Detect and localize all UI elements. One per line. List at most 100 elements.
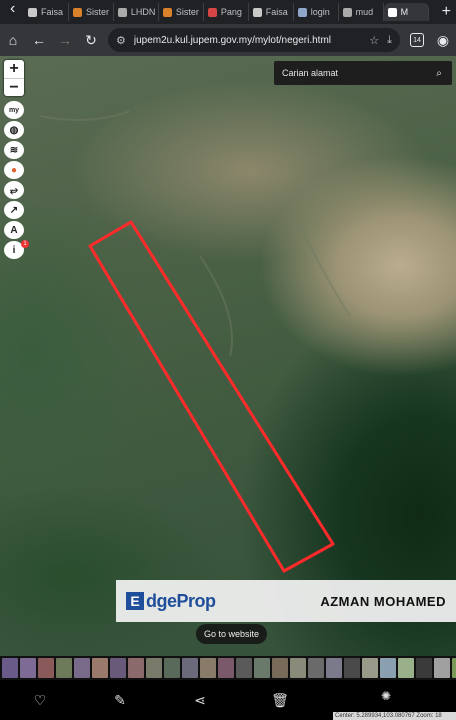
- tab[interactable]: Faisa: [24, 3, 69, 21]
- gallery-logo-icon: ✺: [380, 689, 392, 703]
- thumbnail[interactable]: [290, 658, 306, 678]
- star-icon[interactable]: ☆: [369, 34, 379, 47]
- thumbnail[interactable]: [92, 658, 108, 678]
- tab[interactable]: LHDN: [114, 3, 159, 21]
- zoom-in-button[interactable]: +: [4, 60, 24, 78]
- tab-favicon-icon: [342, 7, 352, 17]
- tab-label: Sister: [85, 7, 109, 17]
- zoom-control: + −: [4, 60, 24, 96]
- map-tools: my ◍ ≋ ● ⥂ ↗ A i: [4, 101, 26, 261]
- tab[interactable]: mud: [339, 3, 384, 21]
- tab[interactable]: Sister: [159, 3, 204, 21]
- mylot-icon[interactable]: my: [4, 101, 24, 119]
- share-icon[interactable]: ⋖: [160, 680, 240, 720]
- thumbnail[interactable]: [380, 658, 396, 678]
- layers-icon[interactable]: ≋: [4, 141, 24, 159]
- watermark-banner: E dgeProp AZMAN MOHAMED: [116, 580, 456, 622]
- thumbnail[interactable]: [20, 658, 36, 678]
- tab[interactable]: Pang: [204, 3, 249, 21]
- thumbnail[interactable]: [434, 658, 450, 678]
- thumbnail[interactable]: [74, 658, 90, 678]
- delete-icon[interactable]: 🗑: [240, 680, 320, 720]
- thumbnail[interactable]: [452, 658, 456, 678]
- thumbnail[interactable]: [362, 658, 378, 678]
- thumbnail[interactable]: [254, 658, 270, 678]
- back-nav-icon[interactable]: ‹: [10, 0, 15, 18]
- tab-switcher-button[interactable]: 14: [404, 27, 430, 53]
- tab[interactable]: login: [294, 3, 339, 21]
- address-bar[interactable]: ⚙ jupem2u.kul.jupem.gov.my/mylot/negeri.…: [108, 28, 400, 52]
- thumbnail[interactable]: [416, 658, 432, 678]
- address-url[interactable]: jupem2u.kul.jupem.gov.my/mylot/negeri.ht…: [134, 35, 361, 46]
- tab-label: login: [310, 7, 330, 17]
- tab-label: Sister: [175, 7, 199, 17]
- tab-label: LHDN: [130, 7, 156, 17]
- address-search[interactable]: Carian alamat ⌕: [274, 61, 452, 85]
- map-track-lines: [39, 110, 351, 357]
- map-overlay: [39, 110, 351, 573]
- logo-word: dgeProp: [146, 590, 216, 611]
- thumbnail[interactable]: [164, 658, 180, 678]
- edit-icon[interactable]: ✎: [80, 680, 160, 720]
- screen: Faisa Sister LHDN Sister Pang Faisa logi…: [0, 0, 456, 720]
- tab-favicon-icon: [387, 7, 397, 17]
- tab-favicon-icon: [207, 7, 217, 17]
- thumbnail[interactable]: [344, 658, 360, 678]
- thumbnail[interactable]: [2, 658, 18, 678]
- thumbnail-strip: [0, 656, 456, 680]
- back-icon[interactable]: ←: [26, 27, 52, 53]
- thumbnail[interactable]: [236, 658, 252, 678]
- draw-icon[interactable]: A: [4, 221, 24, 239]
- agent-name: AZMAN MOHAMED: [320, 593, 446, 609]
- new-tab-icon[interactable]: +: [437, 3, 456, 21]
- zoom-out-button[interactable]: −: [4, 78, 24, 96]
- site-settings-icon[interactable]: ⚙: [116, 34, 126, 47]
- measure-icon[interactable]: ↗: [4, 201, 24, 219]
- favorite-icon[interactable]: ♡: [0, 680, 80, 720]
- tab-label: mud: [355, 7, 374, 17]
- tab-favicon-icon: [297, 7, 307, 17]
- info-badge: 1: [21, 240, 29, 248]
- thumbnail[interactable]: [38, 658, 54, 678]
- tab-strip: Faisa Sister LHDN Sister Pang Faisa logi…: [0, 0, 456, 24]
- tab[interactable]: Faisa: [249, 3, 294, 21]
- thumbnail[interactable]: [56, 658, 72, 678]
- tab-favicon-icon: [72, 7, 82, 17]
- thumbnail[interactable]: [182, 658, 198, 678]
- tab-active[interactable]: M: [383, 3, 429, 21]
- thumbnail[interactable]: [398, 658, 414, 678]
- eye-icon[interactable]: ◉: [430, 27, 456, 53]
- satellite-map[interactable]: [0, 56, 456, 656]
- location-icon[interactable]: ●: [4, 161, 24, 179]
- tab-favicon-icon: [28, 7, 37, 17]
- globe-icon[interactable]: ◍: [4, 121, 24, 139]
- tab-favicon-icon: [117, 7, 127, 17]
- thumbnail[interactable]: [218, 658, 234, 678]
- thumbnail[interactable]: [326, 658, 342, 678]
- thumbnail[interactable]: [146, 658, 162, 678]
- thumbnail[interactable]: [200, 658, 216, 678]
- search-input[interactable]: Carian alamat: [282, 68, 426, 78]
- tab[interactable]: Sister: [69, 3, 114, 21]
- tab-count: 14: [410, 33, 424, 47]
- tab-favicon-icon: [162, 7, 172, 17]
- route-icon[interactable]: ⥂: [4, 181, 24, 199]
- thumbnail[interactable]: [308, 658, 324, 678]
- edgeprop-logo: E dgeProp: [126, 591, 216, 612]
- thumbnail[interactable]: [128, 658, 144, 678]
- tab-label: M: [400, 7, 409, 17]
- search-icon[interactable]: ⌕: [426, 61, 452, 85]
- tab-label: Pang: [220, 7, 242, 17]
- thumbnail[interactable]: [110, 658, 126, 678]
- logo-mark: E: [126, 592, 144, 610]
- reload-icon[interactable]: ↻: [78, 27, 104, 53]
- forward-icon[interactable]: →: [52, 27, 78, 53]
- home-icon[interactable]: ⌂: [0, 27, 26, 53]
- download-icon[interactable]: ⤓: [387, 34, 392, 47]
- go-to-website-button[interactable]: Go to website: [196, 624, 268, 644]
- tab-favicon-icon: [252, 7, 262, 17]
- thumbnail[interactable]: [272, 658, 288, 678]
- tab-label: Faisa: [265, 7, 288, 17]
- tab-label: Faisa: [41, 7, 64, 17]
- map-coordinates: Center: 5.289934,103.080767 Zoom: 18: [333, 712, 456, 720]
